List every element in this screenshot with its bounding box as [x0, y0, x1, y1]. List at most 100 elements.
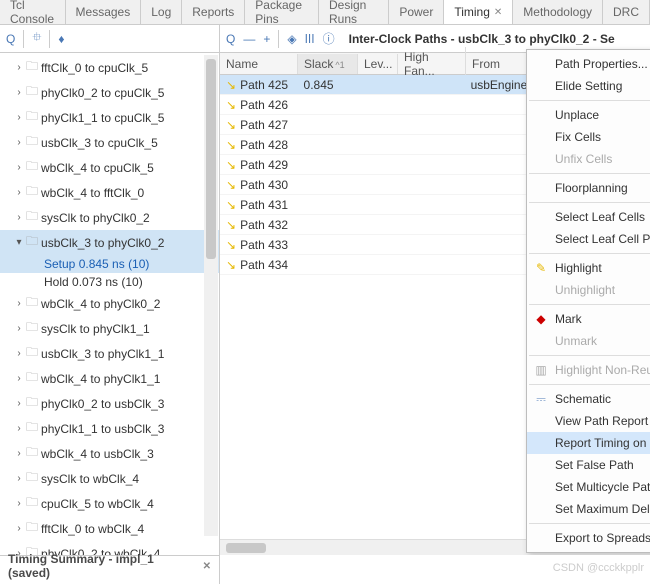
folder-icon: 🗀	[26, 293, 38, 314]
folder-icon: 🗀	[26, 207, 38, 228]
expand-icon[interactable]: ›	[12, 212, 26, 223]
tree-item[interactable]: ›🗀sysClk to phyClk0_2	[0, 205, 219, 230]
tree-item[interactable]: ›🗀phyClk1_1 to usbClk_3	[0, 416, 219, 441]
menu-item[interactable]: ◆Mark▶	[527, 308, 650, 330]
menu-item[interactable]: Elide Setting▶	[527, 75, 650, 97]
menu-item[interactable]: Report Timing on Source to Destination..…	[527, 432, 650, 454]
expand-icon[interactable]: ▾	[12, 237, 26, 248]
menu-item[interactable]: Set False Path▶	[527, 454, 650, 476]
path-icon: ↘	[226, 138, 236, 152]
tree-item[interactable]: ›🗀wbClk_4 to cpuClk_5	[0, 155, 219, 180]
histogram-icon[interactable]: ⅼⅼⅼ	[305, 32, 315, 46]
menu-item[interactable]: Fix Cells	[527, 126, 650, 148]
expand-icon[interactable]: ›	[12, 298, 26, 309]
expand-icon[interactable]: ›	[12, 112, 26, 123]
tree-label: usbClk_3 to cpuClk_5	[41, 136, 158, 150]
path-tree[interactable]: ›🗀fftClk_0 to cpuClk_5›🗀phyClk0_2 to cpu…	[0, 53, 219, 555]
tab-tcl-console[interactable]: Tcl Console	[0, 0, 66, 24]
tree-item[interactable]: ›🗀wbClk_4 to phyClk1_1	[0, 366, 219, 391]
bottom-tab-bar: Timing Summary - impl_1 (saved) ✕	[0, 555, 220, 576]
tab-log[interactable]: Log	[141, 0, 182, 24]
expand-icon[interactable]: ›	[12, 373, 26, 384]
expand-icon[interactable]: ›	[12, 523, 26, 534]
tree-item[interactable]: ▾🗀usbClk_3 to phyClk0_2	[0, 230, 219, 255]
tree-item[interactable]: ›🗀phyClk1_1 to cpuClk_5	[0, 105, 219, 130]
info-icon[interactable]: ⓘ	[323, 30, 335, 47]
search-icon[interactable]: Q	[226, 32, 235, 46]
plus-icon[interactable]: +	[263, 32, 270, 46]
tree-item[interactable]: ›🗀fftClk_0 to wbClk_4	[0, 516, 219, 541]
tree-item[interactable]: ›🗀fftClk_0 to cpuClk_5	[0, 55, 219, 80]
section-title: Inter-Clock Paths - usbClk_3 to phyClk0_…	[349, 32, 615, 46]
tab-drc[interactable]: DRC	[603, 0, 650, 24]
expand-icon[interactable]: ›	[12, 323, 26, 334]
menu-item[interactable]: Set Multicycle Path▶	[527, 476, 650, 498]
tree-item[interactable]: ›🗀wbClk_4 to fftClk_0	[0, 180, 219, 205]
tree-item[interactable]: ›🗀wbClk_4 to usbClk_3	[0, 441, 219, 466]
path-icon: ↘	[226, 258, 236, 272]
menu-item[interactable]: Select Leaf CellsCtrl+Shift+S	[527, 206, 650, 228]
col-slack[interactable]: Slack^1	[298, 54, 358, 74]
menu-item[interactable]: View Path Report	[527, 410, 650, 432]
path-icon: ↘	[226, 238, 236, 252]
col-levels[interactable]: Lev...	[358, 54, 398, 74]
tree-label: phyClk1_1 to usbClk_3	[41, 422, 164, 436]
expand-icon[interactable]: ›	[12, 498, 26, 509]
menu-item[interactable]: Export to Spreadsheet...	[527, 527, 650, 549]
path-icon: ↘	[226, 78, 236, 92]
expand-icon[interactable]: ›	[12, 473, 26, 484]
expand-icon[interactable]: ›	[12, 398, 26, 409]
tab-messages[interactable]: Messages	[66, 0, 142, 24]
path-icon: ↘	[226, 178, 236, 192]
context-menu[interactable]: Path Properties...Ctrl+EElide Setting▶ Un…	[526, 49, 650, 553]
menu-item: ▥Highlight Non-Reused	[527, 359, 650, 381]
menu-item[interactable]: Floorplanning▶	[527, 177, 650, 199]
tab-package-pins[interactable]: Package Pins	[245, 0, 319, 24]
expand-icon[interactable]: ›	[12, 423, 26, 434]
close-icon[interactable]: ✕	[203, 561, 211, 572]
tab-timing[interactable]: Timing✕	[444, 0, 513, 24]
expand-icon[interactable]: ›	[12, 448, 26, 459]
expand-icon[interactable]: ›	[12, 62, 26, 73]
tree-item[interactable]: ›🗀usbClk_3 to phyClk1_1	[0, 341, 219, 366]
minus-icon[interactable]: —	[243, 32, 255, 46]
menu-item[interactable]: Set Maximum Delay▶	[527, 498, 650, 520]
menu-item[interactable]: UnplaceCtrl+U	[527, 104, 650, 126]
tree-label: wbClk_4 to usbClk_3	[41, 447, 154, 461]
tab-methodology[interactable]: Methodology	[513, 0, 603, 24]
tree-item[interactable]: ›🗀sysClk to phyClk1_1	[0, 316, 219, 341]
tree-item[interactable]: Hold 0.073 ns (10)	[0, 273, 219, 291]
top-tabs: Tcl ConsoleMessagesLogReportsPackage Pin…	[0, 0, 650, 25]
search-icon[interactable]: Q	[6, 32, 15, 46]
tree-item[interactable]: Setup 0.845 ns (10)	[0, 255, 219, 273]
folder-icon: 🗀	[26, 418, 38, 439]
menu-item[interactable]: ✎Highlight▶	[527, 257, 650, 279]
close-icon[interactable]: ✕	[494, 7, 502, 18]
tree-item[interactable]: ›🗀cpuClk_5 to wbClk_4	[0, 491, 219, 516]
expand-icon[interactable]: ›	[12, 87, 26, 98]
diamond-icon[interactable]: ◈	[287, 32, 296, 46]
tree-item[interactable]: ›🗀phyClk0_2 to cpuClk_5	[0, 80, 219, 105]
tree-label: phyClk0_2 to usbClk_3	[41, 397, 164, 411]
col-name[interactable]: Name	[220, 54, 298, 74]
expand-icon[interactable]: ›	[12, 187, 26, 198]
tree-item[interactable]: ›🗀sysClk to wbClk_4	[0, 466, 219, 491]
menu-item[interactable]: Path Properties...Ctrl+E	[527, 53, 650, 75]
collapse-icon[interactable]: ⯐	[32, 28, 41, 49]
expand-icon[interactable]: ›	[12, 137, 26, 148]
tab-reports[interactable]: Reports	[182, 0, 245, 24]
expand-icon[interactable]: ›	[12, 162, 26, 173]
expand-icon[interactable]: ♦	[58, 32, 64, 46]
tab-power[interactable]: Power	[389, 0, 444, 24]
tree-item[interactable]: ›🗀usbClk_3 to cpuClk_5	[0, 130, 219, 155]
tree-item[interactable]: ›🗀wbClk_4 to phyClk0_2	[0, 291, 219, 316]
tree-label: phyClk1_1 to cpuClk_5	[41, 111, 164, 125]
expand-icon[interactable]: ›	[12, 348, 26, 359]
menu-item[interactable]: ⎓SchematicF4	[527, 388, 650, 410]
menu-item[interactable]: Select Leaf Cell Parents	[527, 228, 650, 250]
right-panel: Q — + ◈ ⅼⅼⅼ ⓘ Inter-Clock Paths - usbClk…	[220, 25, 650, 555]
tree-item[interactable]: ›🗀phyClk0_2 to usbClk_3	[0, 391, 219, 416]
left-scrollbar[interactable]	[204, 55, 218, 536]
tab-design-runs[interactable]: Design Runs	[319, 0, 389, 24]
watermark: CSDN @ccckkpplr	[553, 562, 644, 574]
